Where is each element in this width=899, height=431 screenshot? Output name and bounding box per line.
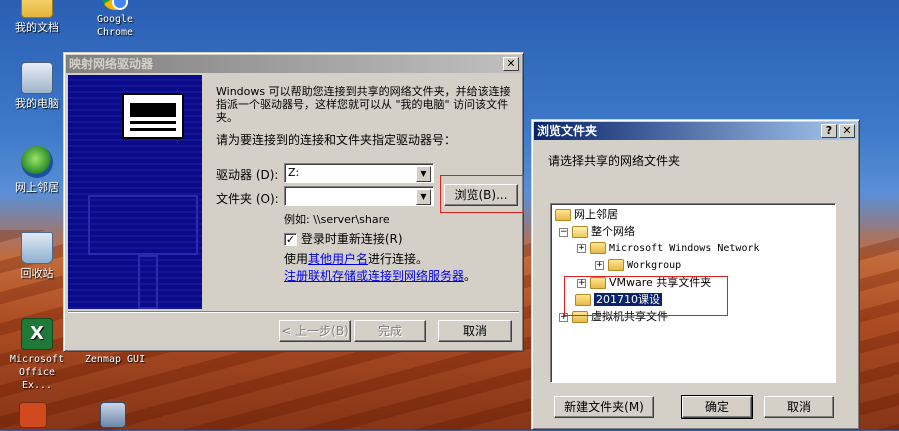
window-title: 浏览文件夹 [537,124,598,138]
desktop-icon-my-documents[interactable]: 我的文档 [2,0,72,34]
tree-item-label: Microsoft Windows Network [609,243,760,254]
register-suffix: 。 [464,269,477,283]
window-title: 映射网络驱动器 [69,57,154,71]
folder-label: 文件夹 (O): [216,192,279,206]
excel-icon: X [21,318,53,350]
installer-icon [100,402,126,428]
folder-icon [590,242,606,254]
desktop-icon-my-computer[interactable]: 我的电脑 [2,62,72,110]
help-icon: ? [825,124,833,137]
example-text: 例如: \\server\share [284,213,390,226]
desktop-icon-chrome[interactable]: Google Chrome [80,0,150,39]
register-text: 注册联机存储或连接到网络服务器。 [284,267,476,284]
tree-item-network-places[interactable]: 网上邻居 [555,206,618,223]
tree-item-workgroup[interactable]: + Workgroup [595,257,681,274]
folder-icon [21,0,53,18]
collapse-icon[interactable]: − [559,227,568,237]
drive-combo[interactable]: Z: ▼ [284,163,434,183]
desktop-icon-label: Microsoft Office Ex... [9,354,65,391]
other-user-link[interactable]: 其他用户名 [308,252,368,266]
desktop-icon-setup[interactable] [88,402,138,431]
finish-button[interactable]: 完成 [354,320,426,342]
desktop-icon-label: 网上邻居 [15,181,59,194]
chrome-icon [102,0,128,10]
new-folder-button[interactable]: 新建文件夹(M) [554,396,654,418]
chevron-down-icon[interactable]: ▼ [416,166,431,182]
desktop-icon-label: Google Chrome [96,14,134,38]
tree-item-label: 整个网络 [591,225,635,238]
reconnect-row[interactable]: ✓ 登录时重新连接(R) [284,230,403,247]
desktop-icon-network[interactable]: 网上邻居 [2,146,72,194]
map-drive-titlebar[interactable]: 映射网络驱动器 ✕ [66,55,521,73]
network-drive-icon [122,93,184,139]
powerpoint-icon [19,402,47,428]
desktop-icon-label: 我的文档 [15,21,59,34]
cancel-button[interactable]: 取消 [764,396,834,418]
other-user-prefix: 使用 [284,252,309,266]
intro-text: Windows 可以帮助您连接到共享的网络文件夹，并给该连接指派一个驱动器号，这… [216,85,511,124]
reconnect-label: 登录时重新连接(R) [300,232,403,246]
desktop-icon-label: 我的电脑 [15,97,59,110]
network-icon [21,146,53,178]
browse-folder-dialog: 浏览文件夹 ? ✕ 请选择共享的网络文件夹 网上邻居 − 整个网络 + Micros… [531,119,860,430]
desktop-icon-excel[interactable]: X Microsoft Office Ex... [2,318,72,392]
drive-value: Z: [288,166,300,179]
folder-icon [572,226,588,238]
folder-combo[interactable]: ▼ [284,186,434,206]
browse-titlebar[interactable]: 浏览文件夹 ? ✕ [534,122,857,140]
tree-item-entire-network[interactable]: − 整个网络 [559,223,635,240]
wizard-banner [68,75,202,309]
desktop-icon-recycle-bin[interactable]: 回收站 [2,232,72,280]
close-icon: ✕ [842,124,852,137]
instruction-text: 请为要连接到的连接和文件夹指定驱动器号： [216,133,457,147]
folder-icon [608,259,624,271]
other-user-text: 使用其他用户名进行连接。 [284,250,428,267]
register-link[interactable]: 注册联机存储或连接到网络服务器 [284,269,464,283]
help-button[interactable]: ? [821,124,837,138]
back-button[interactable]: < 上一步(B) [279,320,351,342]
close-button[interactable]: ✕ [839,124,855,138]
highlight-box [564,276,728,316]
tree-item-ms-windows-network[interactable]: + Microsoft Windows Network [577,240,760,257]
folder-icon [555,209,571,221]
separator [68,311,519,313]
highlight-box [440,175,524,213]
map-network-drive-dialog: 映射网络驱动器 ✕ Windows 可以帮助您连接到共享的网络文件夹，并给该连接… [63,52,524,352]
recycle-bin-icon [21,232,53,264]
desktop-icon-label: 回收站 [20,267,54,280]
close-button[interactable]: ✕ [503,57,519,71]
close-icon: ✕ [506,57,516,70]
desktop-icon-powerpoint[interactable] [8,402,58,431]
drive-label: 驱动器 (D): [216,168,279,182]
browse-prompt: 请选择共享的网络文件夹 [548,154,681,168]
other-user-suffix: 进行连接。 [368,252,429,266]
tree-item-label: 网上邻居 [574,208,618,221]
ok-button[interactable]: 确定 [681,395,753,419]
chevron-down-icon[interactable]: ▼ [416,189,431,205]
expand-icon[interactable]: + [595,260,604,270]
reconnect-checkbox[interactable]: ✓ [284,233,297,246]
cancel-button[interactable]: 取消 [438,320,512,342]
tree-item-label: Workgroup [627,260,682,271]
computer-icon [21,62,53,94]
expand-icon[interactable]: + [577,243,586,253]
